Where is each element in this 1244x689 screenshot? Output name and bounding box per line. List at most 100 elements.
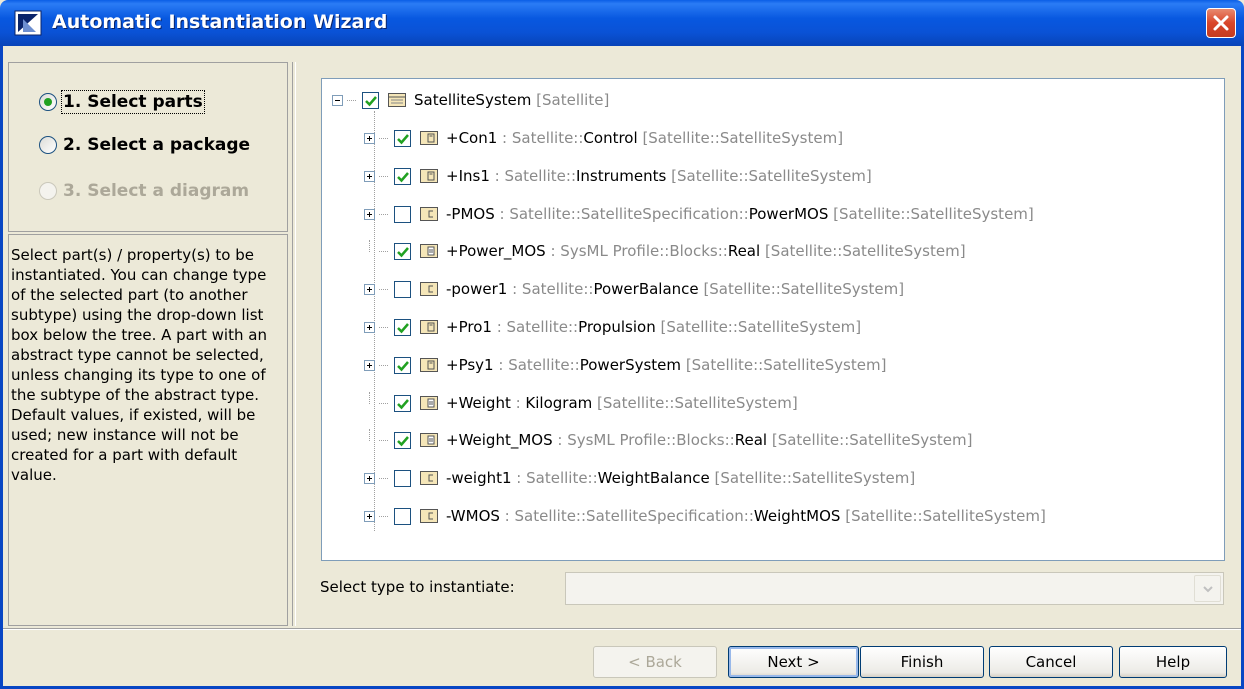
tree-checkbox[interactable]: [394, 242, 411, 260]
expand-toggle[interactable]: [364, 472, 375, 484]
tree-connector: [364, 428, 375, 446]
expand-toggle[interactable]: [364, 208, 375, 220]
tree-checkbox[interactable]: [394, 129, 411, 147]
back-button[interactable]: < Back: [593, 646, 717, 678]
tree-root-row[interactable]: SatelliteSystem [Satellite]: [332, 89, 609, 111]
tree-item-name: +Power_MOS: [446, 242, 546, 260]
tree-item-type: PowerSystem: [579, 356, 682, 374]
type-separator: :: [489, 167, 505, 185]
type-separator: :: [497, 129, 512, 147]
tree-item-type: Propulsion: [578, 318, 656, 336]
panel-splitter[interactable]: [292, 62, 296, 626]
tree-item-row[interactable]: +Pro1 : Satellite:: Propulsion [Satellite…: [364, 316, 861, 338]
cancel-button[interactable]: Cancel: [989, 646, 1113, 678]
tree-item-row[interactable]: -weight1 : Satellite:: WeightBalance [Sat…: [364, 467, 915, 489]
tree-checkbox[interactable]: [362, 91, 379, 109]
tree-connector: [364, 239, 375, 257]
step-select-package[interactable]: 2. Select a package: [39, 133, 250, 157]
check-icon: [397, 398, 409, 409]
tree-item-owner: [Satellite]: [536, 91, 610, 109]
tree-connector: [379, 477, 388, 479]
tree-item-name: -WMOS: [446, 507, 500, 525]
tree-connector: [379, 250, 388, 252]
tree-item-row[interactable]: +Weight : Kilogram [Satellite::Satellite…: [364, 391, 798, 414]
step-label: 1. Select parts: [61, 90, 205, 114]
finish-button[interactable]: Finish: [860, 646, 984, 678]
tree-connector: [379, 175, 388, 177]
value-icon: [420, 244, 438, 258]
value-icon: [420, 433, 438, 447]
tree-item-row[interactable]: -power1 : Satellite:: PowerBalance [Satel…: [364, 278, 904, 300]
part-icon: [420, 358, 438, 372]
step-label: 3. Select a diagram: [63, 181, 250, 201]
step-label: 2. Select a package: [63, 135, 251, 155]
block-icon: [388, 93, 406, 107]
expand-toggle[interactable]: [364, 170, 375, 182]
type-separator: :: [510, 394, 526, 412]
part-icon: [420, 169, 438, 183]
tree-item-row[interactable]: -PMOS : Satellite::SatelliteSpecificatio…: [364, 203, 1034, 225]
part-icon: [420, 131, 438, 145]
tree-item-type-prefix: Satellite::: [506, 318, 579, 336]
radio-button[interactable]: [39, 93, 57, 111]
tree-item-name: +Weight: [446, 394, 511, 412]
tree-checkbox[interactable]: [394, 394, 411, 412]
tree-checkbox[interactable]: [394, 280, 411, 298]
expand-toggle[interactable]: [364, 283, 375, 295]
step-description: Select part(s) / property(s) to be insta…: [8, 234, 288, 626]
tree-item-row[interactable]: +Weight_MOS : SysML Profile::Blocks:: Rea…: [364, 428, 972, 451]
radio-button[interactable]: [39, 136, 57, 154]
tree-checkbox[interactable]: [394, 205, 411, 223]
tree-item-owner: [Satellite::SatelliteSystem]: [642, 129, 844, 147]
tree-item-row[interactable]: -WMOS : Satellite::SatelliteSpecificatio…: [364, 505, 1046, 527]
tree-connector: [379, 439, 388, 441]
help-button[interactable]: Help: [1119, 646, 1227, 678]
tree-checkbox[interactable]: [394, 431, 411, 449]
tree-item-type: PowerBalance: [593, 280, 699, 298]
tree-connector: [379, 213, 388, 215]
tree-checkbox[interactable]: [394, 318, 411, 336]
tree-checkbox[interactable]: [394, 167, 411, 185]
tree-item-type: Kilogram: [525, 394, 593, 412]
tree-item-row[interactable]: +Power_MOS : SysML Profile::Blocks:: Real…: [364, 239, 966, 262]
tree-item-type-prefix: Satellite::: [526, 469, 598, 487]
select-type-dropdown[interactable]: [565, 572, 1224, 605]
window-frame-left: [0, 46, 3, 689]
description-text: Select part(s) / property(s) to be insta…: [11, 246, 267, 484]
tree-checkbox[interactable]: [394, 469, 411, 487]
tree-checkbox[interactable]: [394, 356, 411, 374]
tree-item-type: WeightBalance: [597, 469, 710, 487]
expand-toggle[interactable]: [364, 510, 375, 522]
tree-item-type-prefix: Satellite::: [508, 356, 580, 374]
tree-item-row[interactable]: +Psy1 : Satellite:: PowerSystem [Satellit…: [364, 354, 886, 376]
type-separator: :: [491, 318, 507, 336]
select-type-label: Select type to instantiate:: [320, 578, 515, 596]
tree-item-owner: [Satellite::SatelliteSystem]: [714, 469, 916, 487]
tree-item-type-prefix: Satellite::: [504, 167, 576, 185]
type-separator: :: [552, 431, 568, 449]
tree-connector: [379, 137, 388, 139]
dropdown-arrow-button[interactable]: [1194, 575, 1221, 602]
close-button[interactable]: [1206, 8, 1236, 38]
expand-toggle[interactable]: [364, 132, 375, 144]
tree-connector: [347, 99, 356, 101]
check-icon: [365, 95, 377, 106]
expand-toggle[interactable]: [364, 359, 375, 371]
tree-checkbox[interactable]: [394, 507, 411, 525]
tree-item-name: -weight1: [446, 469, 512, 487]
parts-tree[interactable]: SatelliteSystem [Satellite] +Con1 : Sate…: [321, 78, 1225, 561]
type-separator: :: [507, 280, 522, 298]
window-title: Automatic Instantiation Wizard: [52, 11, 388, 33]
tree-item-type-prefix: Satellite::: [521, 280, 594, 298]
tree-item-owner: [Satellite::SatelliteSystem]: [685, 356, 887, 374]
tree-connector: [379, 326, 388, 328]
collapse-toggle[interactable]: [332, 94, 343, 106]
step-select-parts[interactable]: 1. Select parts: [39, 90, 205, 114]
expand-toggle[interactable]: [364, 321, 375, 333]
chevron-down-icon: [1203, 586, 1213, 593]
check-icon: [397, 322, 409, 333]
next-button[interactable]: Next >: [728, 646, 859, 678]
tree-item-row[interactable]: +Con1 : Satellite:: Control [Satellite::S…: [364, 127, 843, 149]
tree-item-type: Real: [734, 431, 768, 449]
tree-item-row[interactable]: +Ins1 : Satellite:: Instruments [Satellit…: [364, 165, 872, 187]
